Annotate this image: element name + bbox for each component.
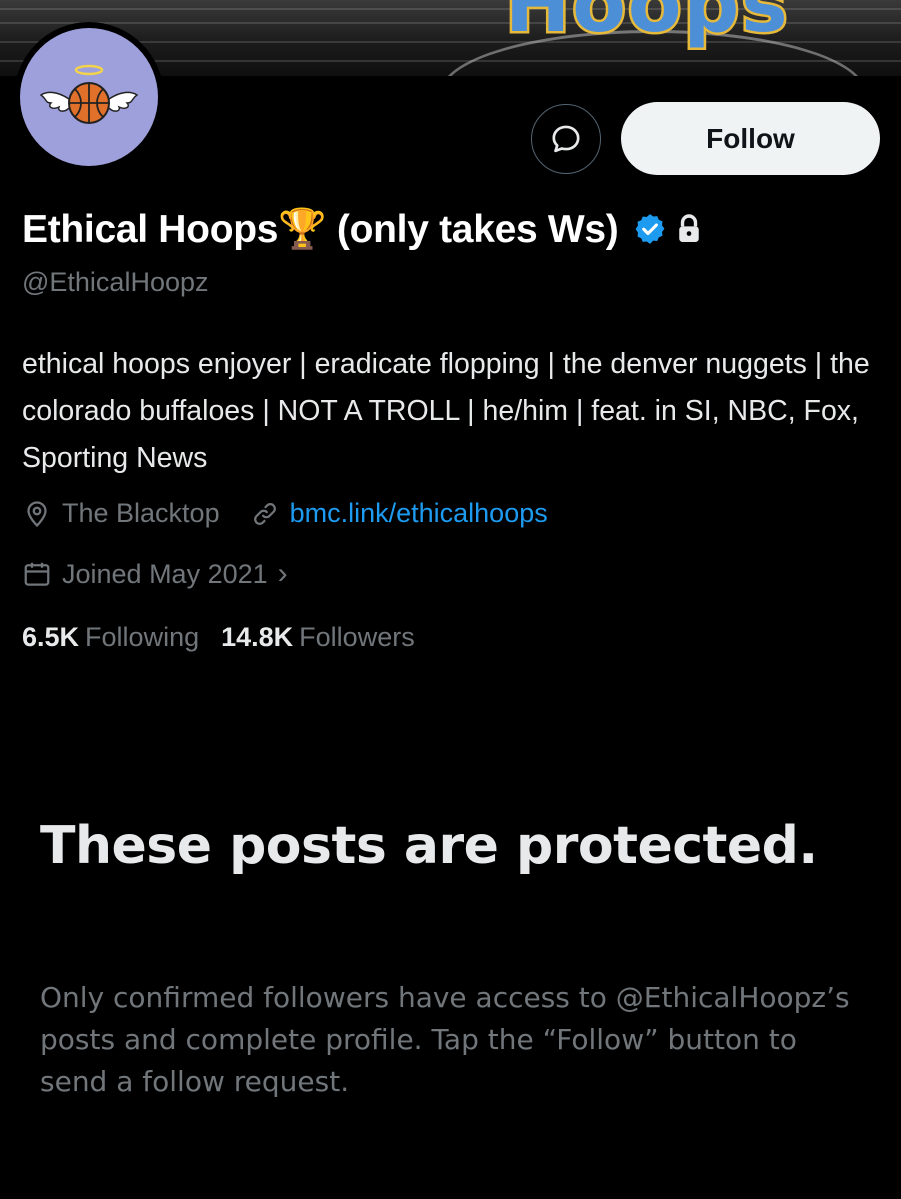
lock-icon bbox=[676, 213, 702, 245]
profile-bio: ethical hoops enjoyer | eradicate floppi… bbox=[22, 348, 870, 474]
followers-label: Followers bbox=[299, 622, 415, 652]
profile-meta-row: The Blacktop bmc.link/ethicalhoops bbox=[22, 498, 548, 529]
display-name: Ethical Hoops🏆 (only takes Ws) bbox=[22, 208, 619, 251]
following-stat[interactable]: 6.5K Following bbox=[22, 622, 199, 653]
profile-name-row: Ethical Hoops🏆 (only takes Ws) bbox=[22, 203, 702, 255]
followers-count: 14.8K bbox=[221, 622, 294, 652]
follow-stats: 6.5K Following 14.8K Followers bbox=[22, 622, 415, 653]
avatar[interactable] bbox=[14, 22, 164, 172]
following-count: 6.5K bbox=[22, 622, 80, 652]
angel-basketball-icon bbox=[39, 64, 139, 124]
protected-posts-description: Only confirmed followers have access to … bbox=[40, 981, 850, 1098]
verified-badge-icon[interactable] bbox=[633, 212, 667, 246]
profile-handle: @EthicalHoopz bbox=[22, 267, 209, 297]
message-bubble-icon bbox=[552, 125, 580, 153]
protected-posts-title: These posts are protected. bbox=[40, 816, 818, 876]
followers-stat[interactable]: 14.8K Followers bbox=[221, 622, 415, 653]
joined-date: Joined May 2021 bbox=[62, 558, 268, 589]
message-button[interactable] bbox=[531, 104, 601, 174]
chevron-right-icon: › bbox=[277, 557, 288, 590]
joined-date-row[interactable]: Joined May 2021 › bbox=[22, 557, 288, 591]
profile-location: The Blacktop bbox=[62, 498, 220, 528]
link-icon bbox=[250, 499, 280, 529]
banner-title: Hoops bbox=[503, 0, 791, 53]
follow-button[interactable]: Follow bbox=[621, 102, 880, 175]
location-pin-icon bbox=[22, 499, 52, 529]
avatar-image bbox=[20, 28, 158, 166]
calendar-icon bbox=[22, 559, 52, 589]
profile-website-link[interactable]: bmc.link/ethicalhoops bbox=[290, 498, 548, 529]
following-label: Following bbox=[85, 622, 200, 652]
